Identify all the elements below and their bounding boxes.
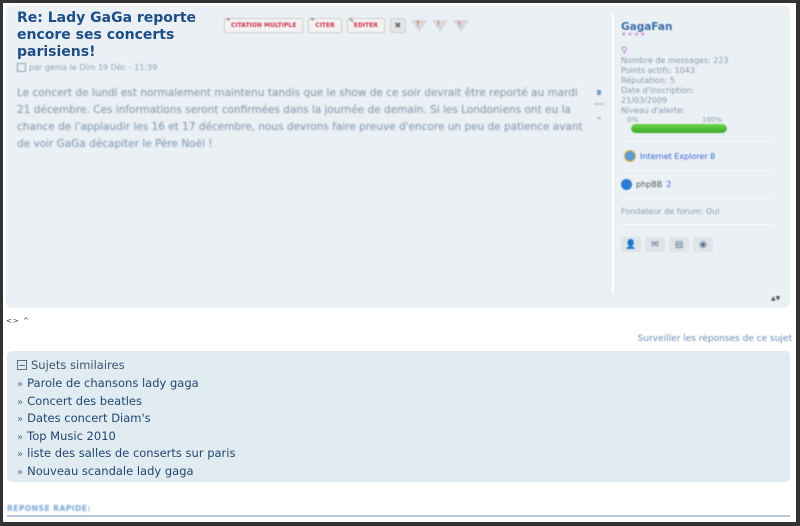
post-icon (17, 63, 26, 72)
edit-button[interactable]: ✎ EDITER (346, 17, 385, 33)
quick-reply-divider (7, 515, 790, 517)
quick-reply-heading: RÉPONSE RAPIDE: (7, 504, 91, 513)
website-button[interactable]: ◉ (693, 237, 713, 252)
bullet-icon: » (17, 396, 24, 408)
edit-label: EDITER (353, 22, 378, 29)
forum-level: 2 (666, 180, 672, 189)
quote-button[interactable]: “CITER (308, 17, 342, 33)
divider (594, 103, 604, 105)
bullet-icon: » (17, 466, 24, 478)
stat-alert-label: Niveau d'alerte: (621, 106, 685, 115)
pencil-icon: ✎ (348, 17, 355, 25)
multi-quote-button[interactable]: “CITATION MULTIPLE (224, 17, 304, 33)
divider (621, 170, 773, 171)
ip-button[interactable]: ? (410, 19, 427, 32)
forum-software-info: phpBB 2 (621, 179, 791, 190)
post-meta: par genia le Dim 19 Déc - 11:39 (17, 63, 157, 72)
similar-topics-title: Sujets similaires (31, 358, 125, 372)
profile-actions: 👤 ✉ ▤ ◉ (621, 237, 791, 252)
similar-topic-title: Top Music 2010 (27, 428, 116, 443)
forum-post: Re: Lady GaGa reporte encore ses concert… (6, 6, 790, 308)
similar-topic-link[interactable]: » Top Music 2010 (17, 428, 235, 446)
similar-topic-link[interactable]: » Parole de chansons lady gaga (17, 375, 235, 393)
multi-quote-label: CITATION MULTIPLE (231, 22, 297, 29)
browser-name: Internet Explorer 8 (640, 151, 716, 161)
email-button[interactable]: ▤ (669, 237, 689, 252)
alert-scale: 0% 100% (621, 116, 722, 124)
rank-stars: ★★★★ (621, 31, 647, 38)
quote-mark-icon: “ (310, 17, 315, 25)
alert-min: 0% (627, 116, 639, 124)
alert-level-bar (631, 124, 727, 133)
close-icon: ✖ (394, 21, 402, 30)
similar-topics-header: Sujets similaires (17, 358, 125, 372)
similar-topics-panel: Sujets similaires » Parole de chansons la… (7, 351, 790, 482)
report-button[interactable]: ! (431, 19, 448, 32)
similar-topics-list: » Parole de chansons lady gaga » Concert d… (17, 375, 235, 480)
quote-label: CITER (315, 22, 335, 29)
dash-icon (597, 117, 601, 119)
user-message-icon: ✉ (651, 239, 659, 250)
warning-icon: ! (436, 19, 440, 28)
quote-mark-icon: “ (226, 17, 231, 25)
bullet-icon: » (17, 449, 24, 460)
bullet-icon: » (17, 414, 24, 425)
collapse-icon[interactable] (17, 360, 27, 370)
similar-topic-link[interactable]: » Nouveau scandale lady gaga (17, 463, 235, 481)
founder-status: Fondateur de forum: Oui (621, 207, 720, 216)
post-actions: “CITATION MULTIPLE “CITER ✎ EDITER ✖ ? ! … (224, 17, 469, 33)
warn-user-button[interactable]: ! (452, 19, 469, 32)
topic-navigation[interactable]: <> ^ (6, 317, 30, 325)
divider (621, 198, 773, 199)
similar-topic-title: Concert des beatles (27, 393, 142, 408)
question-icon: ? (415, 19, 420, 28)
post-body: Le concert de lundi est normalement main… (17, 87, 583, 150)
globe-icon: ◉ (699, 239, 707, 250)
post-author-date: par genia le Dim 19 Déc - 11:39 (29, 63, 158, 72)
stat-points: Points actifs: 1043 (621, 66, 695, 75)
post-title[interactable]: Re: Lady GaGa reporte encore ses concert… (17, 10, 217, 61)
scroll-arrows[interactable]: ▲▼ (771, 295, 780, 302)
profile-button[interactable]: 👤 (621, 237, 641, 252)
similar-topic-title: liste des salles de conserts sur paris (27, 446, 236, 460)
mail-icon: ▤ (674, 239, 684, 250)
user-profile: GagaFan ★★★★ ♀ Nombre de messages: 223 P… (621, 21, 791, 252)
similar-topic-title: Dates concert Diam's (27, 411, 151, 425)
stat-messages: Nombre de messages: 223 (621, 56, 729, 65)
similar-topic-title: Parole de chansons lady gaga (27, 376, 199, 390)
stat-join-label: Date d'inscription: (621, 86, 695, 95)
watch-topic-link[interactable]: Surveiller les réponses de ce sujet (638, 334, 792, 344)
similar-topic-link[interactable]: » Dates concert Diam's (17, 410, 235, 428)
forum-software-name: phpBB (636, 180, 663, 189)
similar-topic-link[interactable]: » Concert des beatles (17, 393, 235, 411)
browser-info: Internet Explorer 8 (624, 150, 791, 162)
bullet-icon (597, 90, 601, 95)
phpbb-icon (621, 179, 632, 190)
post-side-marks (592, 84, 606, 119)
delete-button[interactable]: ✖ (389, 18, 406, 33)
profile-divider (612, 14, 614, 294)
user-warning-icon: ! (457, 19, 461, 28)
similar-topic-link[interactable]: » liste des salles de conserts sur paris (17, 445, 235, 463)
female-icon: ♀ (621, 46, 628, 56)
alert-max: 100% (701, 116, 722, 124)
internet-explorer-icon (624, 150, 636, 162)
stat-reputation: Réputation: 5 (621, 76, 675, 85)
user-icon: 👤 (625, 239, 637, 250)
bullet-icon: » (17, 379, 24, 390)
private-message-button[interactable]: ✉ (645, 237, 665, 252)
alert-level-fill (631, 124, 727, 133)
stat-join-date: 21/03/2009 (621, 96, 668, 105)
similar-topic-title: Nouveau scandale lady gaga (27, 463, 194, 478)
bullet-icon: » (17, 431, 24, 443)
divider (621, 224, 773, 225)
divider (621, 141, 773, 142)
